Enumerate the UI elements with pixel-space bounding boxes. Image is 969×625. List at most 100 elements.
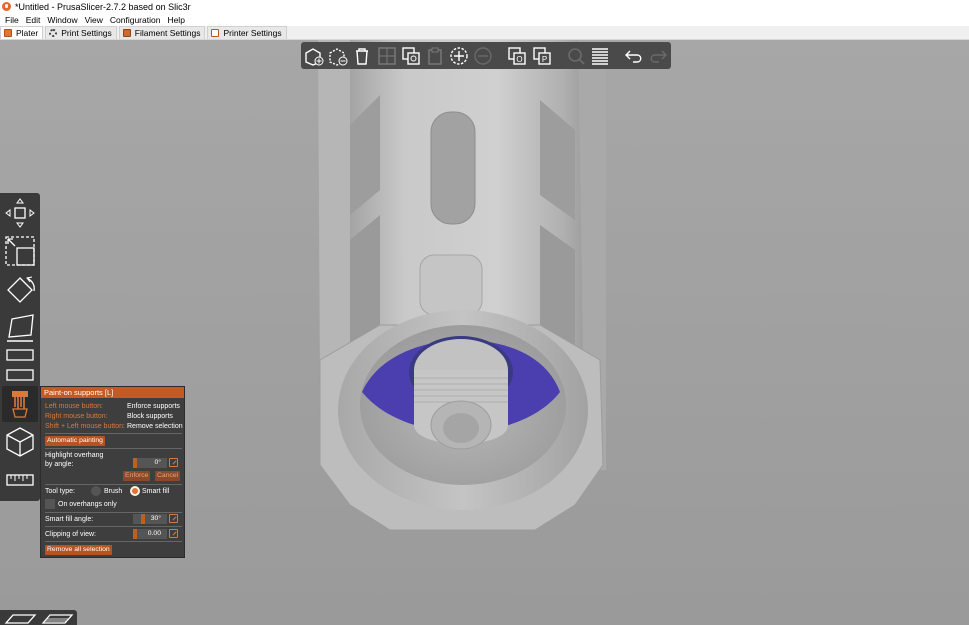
tab-printer-settings[interactable]: Printer Settings — [207, 26, 287, 39]
svg-text:O: O — [517, 55, 523, 64]
split-objects-icon: O — [508, 46, 527, 65]
plater-icon — [4, 29, 12, 37]
split-parts-button[interactable]: P — [530, 43, 552, 68]
delete-icon — [329, 47, 348, 66]
menu-help[interactable]: Help — [165, 15, 189, 25]
paint-supports-icon — [12, 391, 28, 418]
remove-all-selection-button[interactable]: Remove all selection — [45, 545, 112, 555]
enforce-button[interactable]: Enforce — [123, 471, 151, 481]
undo-icon — [624, 50, 642, 63]
move-button[interactable] — [2, 196, 38, 230]
divider — [45, 512, 182, 513]
toolbar-separator — [501, 46, 503, 66]
hollow-icon — [6, 369, 34, 381]
delete-button[interactable] — [327, 43, 349, 68]
tab-printer-settings-label: Printer Settings — [223, 28, 282, 38]
model-nozzle-bore — [443, 413, 479, 443]
model-slot-center — [430, 111, 476, 225]
clipping-of-view-value: 0.00 — [147, 530, 161, 537]
rotate-button[interactable] — [2, 272, 38, 308]
printer-icon — [211, 29, 220, 37]
view-3d-icon[interactable] — [3, 611, 37, 624]
split-objects-button[interactable]: O — [506, 43, 528, 68]
divider — [45, 526, 182, 527]
layers-editing-icon — [591, 47, 608, 65]
left-mouse-action: Enforce supports — [127, 403, 180, 410]
edit-icon[interactable] — [169, 529, 178, 538]
cancel-button[interactable]: Cancel — [155, 471, 181, 481]
window-title: *Untitled - PrusaSlicer-2.7.2 based on S… — [15, 1, 191, 12]
hollow-button[interactable] — [2, 366, 38, 384]
place-on-face-button[interactable] — [2, 310, 38, 346]
slider-grip[interactable] — [133, 529, 137, 539]
edit-icon[interactable] — [169, 458, 178, 467]
highlight-label-1: Highlight overhang — [45, 452, 104, 459]
toolbar-separator — [617, 46, 619, 66]
menu-edit[interactable]: Edit — [24, 15, 46, 25]
automatic-painting-button[interactable]: Automatic painting — [45, 436, 105, 446]
clipping-of-view-slider[interactable]: 0.00 — [133, 529, 167, 539]
tab-plater-label: Plater — [16, 28, 39, 38]
paint-supports-button[interactable] — [2, 386, 38, 422]
panel-title: Paint-on supports [L] — [41, 387, 184, 398]
slider-grip[interactable] — [133, 458, 137, 468]
cut-button[interactable] — [2, 346, 38, 364]
toolbar-separator — [559, 46, 561, 66]
undo-button[interactable] — [623, 43, 645, 68]
scale-icon — [5, 236, 35, 266]
menu-view[interactable]: View — [83, 15, 108, 25]
measure-button[interactable] — [2, 467, 38, 493]
clipping-of-view-label: Clipping of view: — [45, 531, 96, 538]
on-overhangs-only-checkbox[interactable] — [45, 499, 55, 509]
title-bar: *Untitled - PrusaSlicer-2.7.2 based on S… — [0, 0, 969, 13]
tab-filament-settings[interactable]: Filament Settings — [118, 26, 206, 39]
tab-print-settings[interactable]: Print Settings — [45, 26, 117, 39]
menu-bar: File Edit Window View Configuration Help — [0, 13, 969, 26]
add-button[interactable] — [303, 43, 325, 68]
redo-button — [647, 43, 669, 68]
highlight-angle-value: 0° — [154, 459, 162, 466]
tool-brush-radio[interactable] — [91, 486, 101, 496]
add-instance-icon — [450, 46, 468, 65]
view-switch — [0, 610, 77, 625]
smart-fill-angle-value: 30° — [150, 515, 161, 522]
scale-button[interactable] — [2, 233, 38, 269]
tab-filament-settings-label: Filament Settings — [134, 28, 201, 38]
tool-smart-fill-radio[interactable] — [130, 486, 140, 496]
tab-bar: Plater Print Settings Filament Settings … — [0, 26, 969, 40]
filament-spool-icon — [122, 29, 131, 37]
smart-fill-angle-slider[interactable]: 30° — [133, 514, 167, 524]
menu-configuration[interactable]: Configuration — [108, 15, 166, 25]
divider — [45, 541, 182, 542]
search-icon — [567, 47, 585, 65]
place-on-face-icon — [7, 314, 34, 342]
move-icon — [5, 198, 35, 228]
copy-button[interactable] — [400, 43, 422, 68]
menu-file[interactable]: File — [3, 15, 24, 25]
highlight-angle-slider[interactable]: 0° — [133, 458, 167, 468]
prusaslicer-logo-icon — [2, 2, 11, 11]
menu-window[interactable]: Window — [45, 15, 82, 25]
delete-all-button[interactable] — [351, 43, 373, 68]
remove-instance-icon — [474, 46, 493, 65]
tool-type-label: Tool type: — [45, 488, 75, 495]
right-mouse-label: Right mouse button: — [45, 413, 108, 420]
divider — [45, 484, 182, 485]
view-preview-icon[interactable] — [40, 611, 74, 624]
svg-text:P: P — [541, 55, 546, 64]
arrange-button — [376, 43, 398, 68]
slider-grip[interactable] — [141, 514, 145, 524]
edit-icon[interactable] — [169, 514, 178, 523]
tab-print-settings-label: Print Settings — [61, 28, 112, 38]
gear-icon — [49, 29, 58, 37]
divider — [45, 433, 182, 434]
search-button — [564, 43, 586, 68]
rotate-icon — [7, 276, 35, 303]
layers-editing-button[interactable] — [589, 43, 611, 68]
tab-plater[interactable]: Plater — [0, 26, 44, 39]
copy-icon — [402, 46, 420, 65]
add-instance-button[interactable] — [448, 43, 470, 68]
divider — [45, 448, 182, 449]
seam-painting-button[interactable] — [2, 424, 38, 460]
tool-smart-fill-label: Smart fill — [142, 488, 170, 495]
